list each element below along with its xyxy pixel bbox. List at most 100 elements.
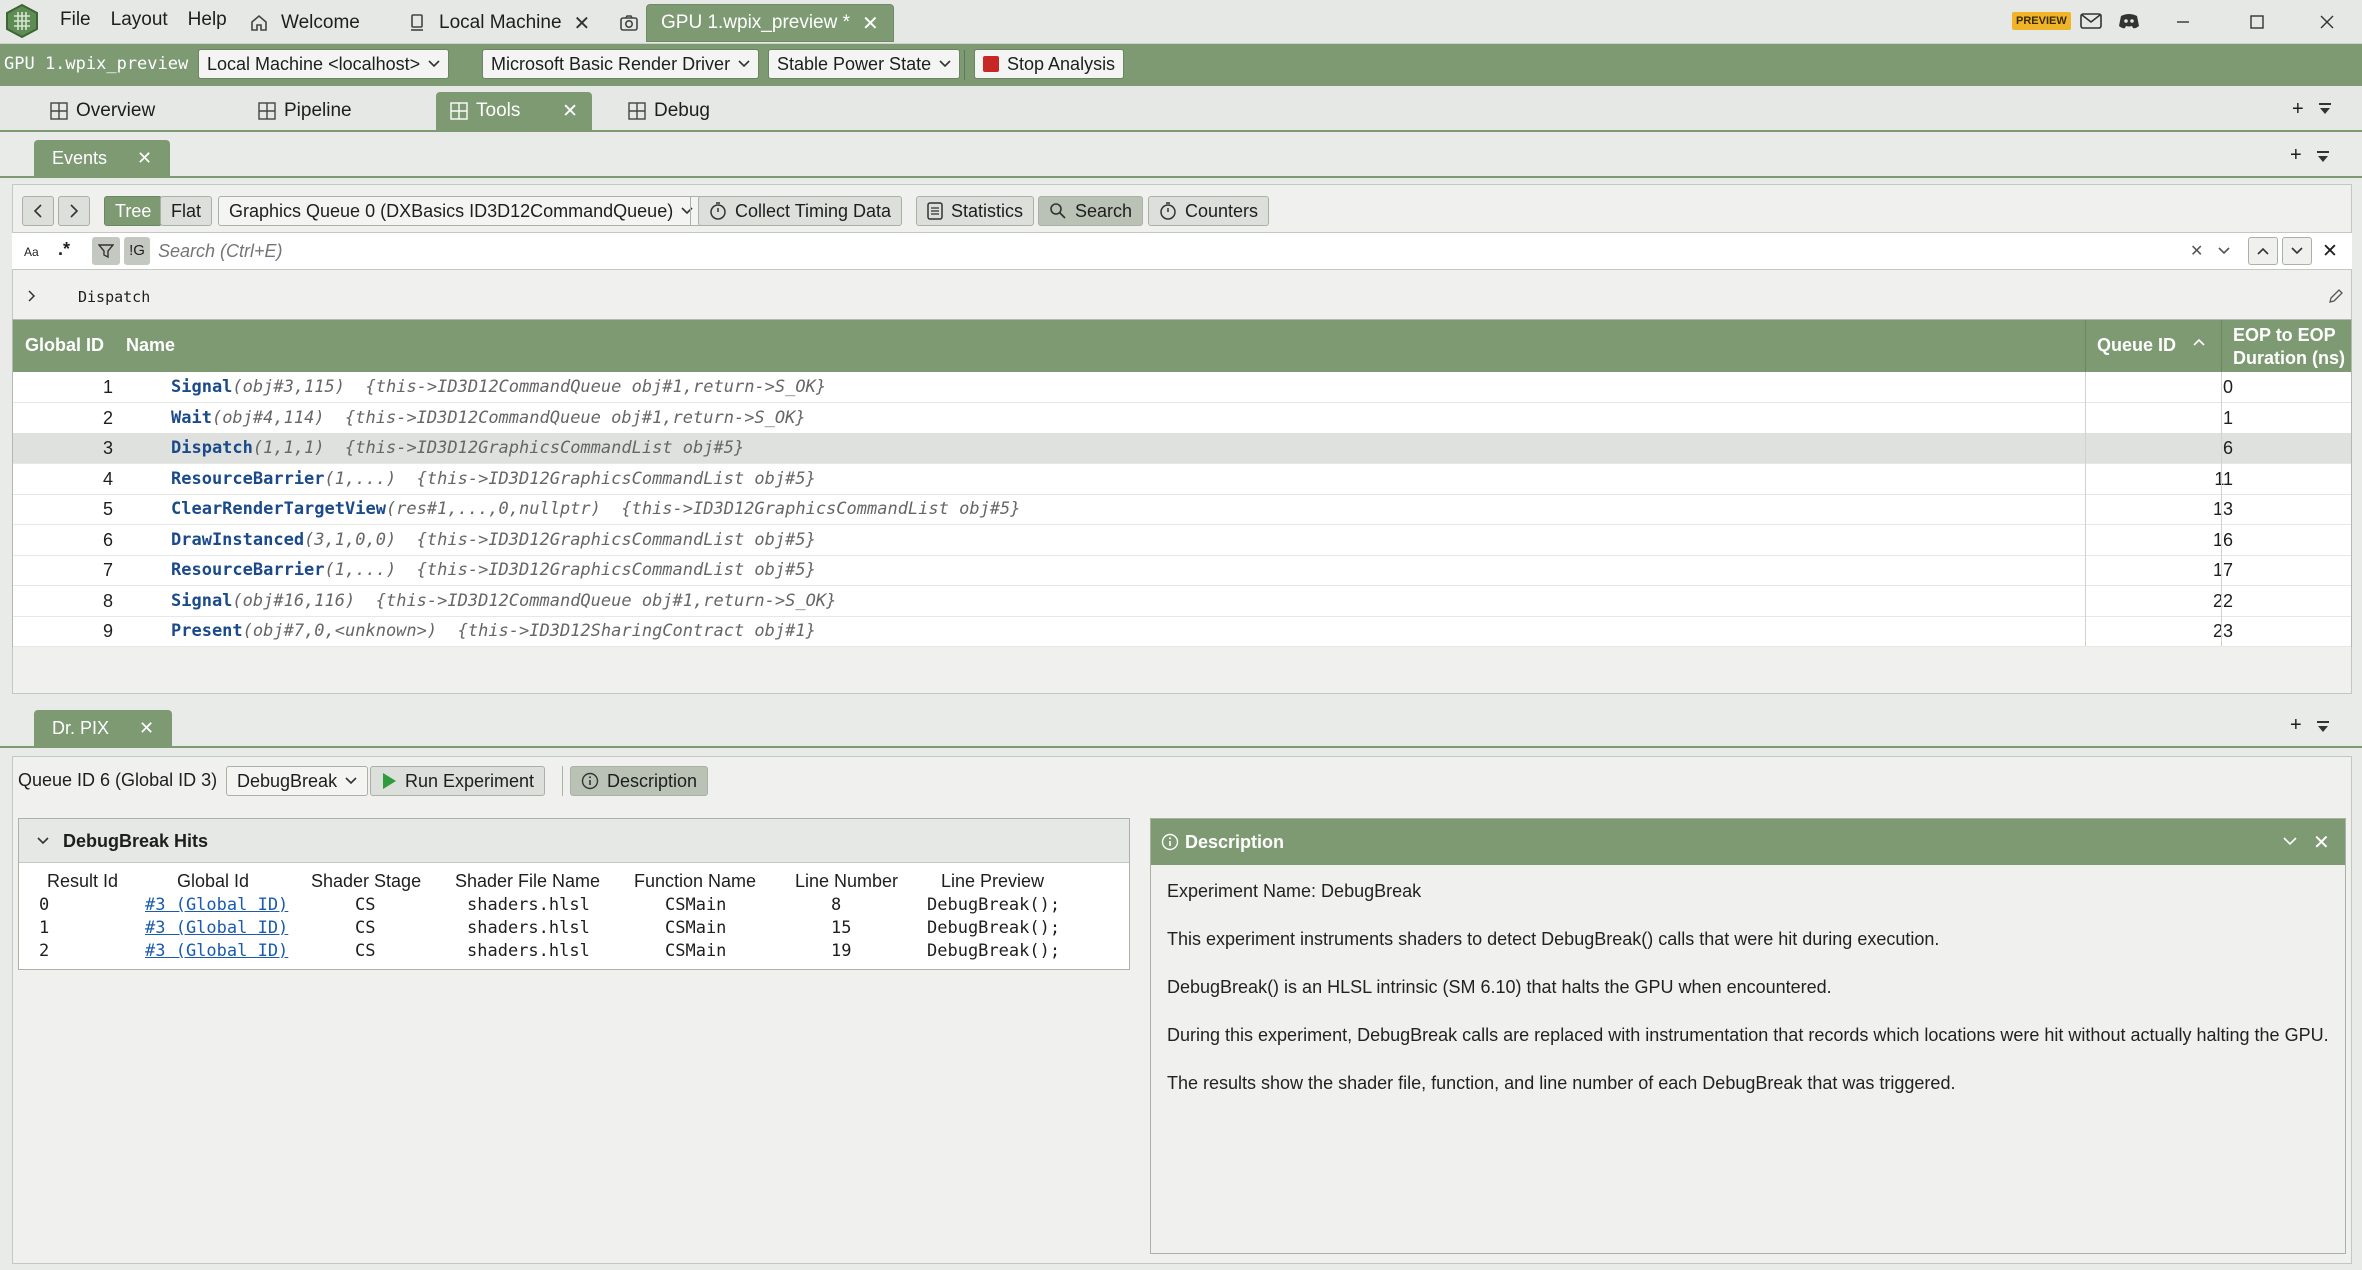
statistics-button[interactable]: Statistics [916,196,1035,226]
edit-icon[interactable] [2328,288,2344,304]
collapse-icon[interactable] [2283,837,2297,846]
tab-welcome[interactable]: Welcome [234,4,375,42]
row-global-id: 3 [102,438,113,458]
search-input[interactable] [156,237,2180,265]
drpix-tab-label: Dr. PIX [52,717,110,738]
close-icon[interactable]: ✕ [574,11,591,36]
table-row[interactable]: 6 DrawInstanced(3,1,0,0) {this->ID3D12Gra… [13,525,2351,556]
search-toggle-button[interactable]: Search [1038,196,1144,226]
column-function-name[interactable]: Function Name [634,871,756,892]
tab-gpu-capture[interactable]: GPU 1.wpix_preview * ✕ [646,4,894,42]
menu-help[interactable]: Help [178,0,237,44]
previous-match-button[interactable] [2248,237,2278,265]
tab-tools[interactable]: Tools ✕ [436,92,592,130]
chevron-right-icon[interactable] [28,290,36,302]
mail-icon[interactable] [2080,12,2102,30]
description-toggle-button[interactable]: Description [570,766,709,796]
queue-select[interactable]: Graphics Queue 0 (DXBasics ID3D12Command… [218,196,705,226]
tab-overview-label: Overview [76,100,156,121]
tab-debug[interactable]: Debug [614,92,724,130]
tab-overview[interactable]: Overview [36,92,169,130]
counters-button[interactable]: Counters [1148,196,1270,226]
maximize-button[interactable] [2224,0,2290,44]
table-row[interactable]: 5 ClearRenderTargetView(res#1,...,0,nullp… [13,494,2351,525]
hit-global-id-link[interactable]: #3 (Global ID) [145,918,288,938]
add-panel-icon[interactable]: + [2290,144,2302,167]
search-label: Search [1075,200,1133,221]
chevron-down-icon [428,60,440,68]
forward-button[interactable] [58,196,90,226]
panel-menu-icon[interactable] [2316,720,2330,734]
filter-toggle[interactable] [92,237,120,265]
run-experiment-button[interactable]: Run Experiment [370,766,546,796]
menu-file[interactable]: File [50,0,101,44]
collect-timing-button[interactable]: Collect Timing Data [698,196,903,226]
table-row[interactable]: 9 Present(obj#7,0,<unknown>) {this->ID3D1… [13,616,2351,647]
add-panel-icon[interactable]: + [2290,714,2302,737]
hits-header[interactable]: DebugBreak Hits [19,819,1129,863]
column-queue-id[interactable]: Queue ID [2097,335,2176,356]
discord-icon[interactable] [2118,12,2140,30]
tab-local-machine[interactable]: Local Machine ✕ [392,4,605,42]
column-shader-file-name[interactable]: Shader File Name [455,871,600,892]
stop-analysis-label: Stop Analysis [1007,53,1116,74]
close-icon[interactable]: ✕ [139,718,154,739]
tree-view-button[interactable]: Tree [104,196,163,226]
table-row[interactable]: 7 ResourceBarrier(1,...) {this->ID3D12Gra… [13,555,2351,586]
regex-toggle[interactable]: .* [58,239,70,260]
collect-timing-label: Collect Timing Data [735,200,892,221]
column-global-id[interactable]: Global ID [25,335,104,356]
table-row[interactable]: 3 Dispatch(1,1,1) {this->ID3D12GraphicsCo… [13,433,2351,464]
menu-layout[interactable]: Layout [101,0,178,44]
column-line-number[interactable]: Line Number [795,871,898,892]
tab-debug-label: Debug [654,100,710,121]
back-button[interactable] [22,196,54,226]
drpix-tab[interactable]: Dr. PIX ✕ [34,710,173,746]
column-eop-duration[interactable]: EOP to EOP Duration (ns) [2233,324,2345,370]
column-eop-line1: EOP to EOP [2233,325,2336,345]
close-icon[interactable]: ✕ [2313,830,2330,855]
table-row[interactable]: 8 Signal(obj#16,116) {this->ID3D12Command… [13,586,2351,617]
description-text: Experiment Name: DebugBreak [1167,881,1422,901]
close-window-button[interactable] [2294,0,2360,44]
group-toggle[interactable]: !G [124,237,150,265]
panel-menu-icon[interactable] [2316,150,2330,164]
power-state-select[interactable]: Stable Power State [768,49,961,79]
hit-shader-file: shaders.hlsl [467,941,590,961]
row-global-id: 9 [102,621,113,641]
close-icon[interactable]: ✕ [862,11,879,36]
column-global-id[interactable]: Global Id [177,871,249,892]
minimize-button[interactable] [2150,0,2216,44]
column-line-preview[interactable]: Line Preview [941,871,1044,892]
clear-search-icon[interactable]: ✕ [2190,241,2203,261]
toolbar-divider [562,766,563,796]
machine-select[interactable]: Local Machine <localhost> [198,49,450,79]
close-search-icon[interactable]: ✕ [2322,240,2338,263]
table-row[interactable]: 1 Signal(obj#3,115) {this->ID3D12CommandQ… [13,372,2351,403]
flat-view-button[interactable]: Flat [160,196,213,226]
search-history-dropdown[interactable] [2218,247,2230,255]
tab-pipeline[interactable]: Pipeline [244,92,366,130]
row-args: (obj#7,0,<unknown>) [242,621,438,641]
events-tab[interactable]: Events ✕ [34,140,171,176]
stop-analysis-button[interactable]: Stop Analysis [974,49,1125,79]
column-result-id[interactable]: Result Id [47,871,118,892]
driver-select[interactable]: Microsoft Basic Render Driver [482,49,760,79]
next-match-button[interactable] [2282,237,2312,265]
close-icon[interactable]: ✕ [137,148,152,169]
add-tab-icon[interactable]: + [2292,98,2304,121]
hit-global-id-link[interactable]: #3 (Global ID) [145,895,288,915]
table-row[interactable]: 2 Wait(obj#4,114) {this->ID3D12CommandQue… [13,403,2351,434]
filter-text[interactable]: Dispatch [78,288,150,306]
tab-menu-icon[interactable] [2318,102,2332,116]
screenshot-button[interactable] [604,4,648,42]
column-name[interactable]: Name [126,335,175,356]
tab-gpu-capture-label: GPU 1.wpix_preview * [661,12,851,33]
close-icon[interactable]: ✕ [562,100,578,123]
row-queue-id: 6 [2222,438,2233,458]
table-row[interactable]: 4 ResourceBarrier(1,...) {this->ID3D12Gra… [13,464,2351,495]
experiment-select[interactable]: DebugBreak [226,766,369,796]
hit-global-id-link[interactable]: #3 (Global ID) [145,941,288,961]
match-case-toggle[interactable]: Aa [24,245,39,259]
column-shader-stage[interactable]: Shader Stage [311,871,421,892]
